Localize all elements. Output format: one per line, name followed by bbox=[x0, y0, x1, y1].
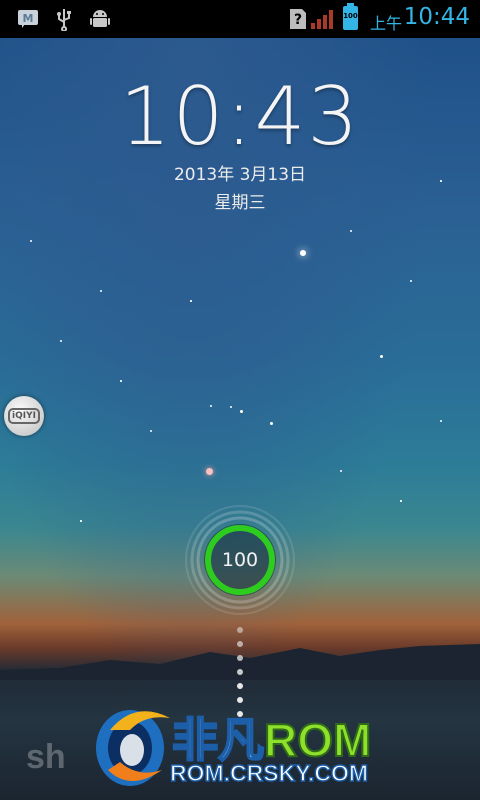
battery-icon: 100 bbox=[343, 3, 358, 30]
shell-watermark-text: sh bbox=[26, 738, 66, 776]
star bbox=[100, 290, 102, 292]
messaging-icon: M bbox=[18, 10, 38, 28]
star bbox=[60, 340, 62, 342]
watermark-url: ROM.CRSKY.COM bbox=[169, 759, 369, 786]
star bbox=[350, 230, 352, 232]
status-time: 10:44 bbox=[403, 4, 470, 30]
crsky-logo-icon bbox=[96, 710, 170, 786]
star bbox=[440, 420, 442, 422]
lockscreen-weekday: 星期三 bbox=[214, 193, 266, 213]
android-debug-icon bbox=[90, 10, 110, 27]
drag-dot bbox=[237, 641, 243, 647]
lock-screen: M ? 100 上午 10:44 10:43 2013年 3月13日 星期三 i… bbox=[0, 0, 480, 800]
watermark-title-cn: 非凡 bbox=[171, 713, 265, 767]
svg-text:?: ? bbox=[294, 12, 302, 28]
star bbox=[210, 405, 212, 407]
status-ampm: 上午 bbox=[369, 14, 402, 33]
lockscreen-date: 2013年 3月13日 bbox=[173, 165, 307, 185]
drag-dot bbox=[237, 683, 243, 689]
usb-icon bbox=[57, 9, 71, 31]
drag-dot bbox=[237, 627, 243, 633]
star bbox=[400, 500, 402, 502]
lockscreen-clock: 10:43 bbox=[119, 70, 361, 163]
watermark-title-rom: ROM bbox=[263, 713, 372, 767]
crsky-watermark: 非凡ROM ROM.CRSKY.COM bbox=[96, 700, 420, 790]
status-bar: M ? 100 上午 10:44 bbox=[0, 0, 480, 38]
iqiyi-icon: iQIYI bbox=[8, 408, 40, 424]
star bbox=[120, 380, 122, 382]
drag-dot bbox=[237, 655, 243, 661]
signal-icon bbox=[311, 10, 333, 29]
star bbox=[80, 520, 82, 522]
unlock-ring-value: 100 bbox=[221, 549, 259, 571]
star bbox=[410, 280, 412, 282]
star bbox=[300, 250, 306, 256]
star bbox=[340, 470, 342, 472]
star bbox=[30, 240, 32, 242]
star bbox=[240, 410, 243, 413]
star bbox=[270, 422, 273, 425]
star bbox=[230, 406, 232, 408]
drag-dot bbox=[237, 669, 243, 675]
no-sim-icon: ? bbox=[290, 9, 306, 29]
battery-level-text: 100 bbox=[343, 12, 358, 20]
star bbox=[150, 430, 152, 432]
star bbox=[380, 355, 383, 358]
star bbox=[206, 468, 213, 475]
iqiyi-shortcut-button[interactable]: iQIYI bbox=[4, 396, 44, 436]
svg-text:M: M bbox=[23, 12, 34, 25]
unlock-ring-button[interactable]: 100 bbox=[183, 503, 297, 617]
star bbox=[190, 300, 192, 302]
